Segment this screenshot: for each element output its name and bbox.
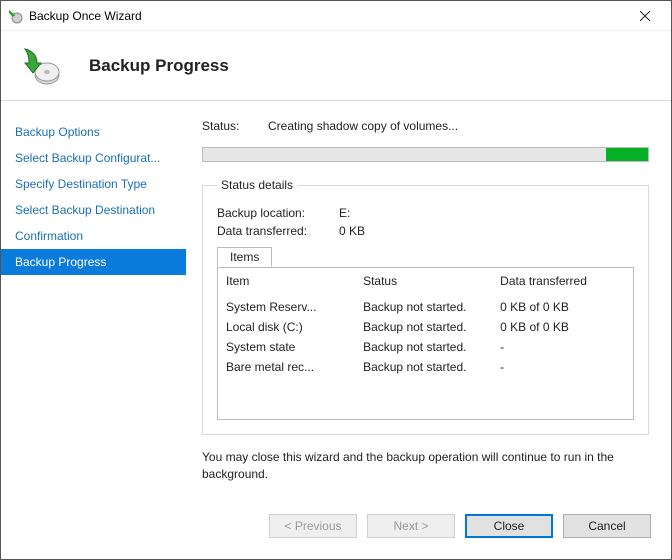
sidebar-item-confirmation[interactable]: Confirmation: [1, 223, 186, 249]
sidebar-item-destination-type[interactable]: Specify Destination Type: [1, 171, 186, 197]
cell-item: System Reserv...: [218, 294, 355, 317]
close-icon: [640, 11, 650, 21]
cell-item: Local disk (C:): [218, 317, 355, 337]
sidebar-item-select-config[interactable]: Select Backup Configurat...: [1, 145, 186, 171]
wizard-steps-sidebar: Backup Options Select Backup Configurat.…: [1, 101, 186, 501]
data-transferred-row: Data transferred: 0 KB: [217, 224, 634, 238]
tab-strip: Items: [217, 246, 634, 268]
close-note: You may close this wizard and the backup…: [202, 449, 649, 483]
cell-status: Backup not started.: [355, 337, 492, 357]
data-transferred-value: 0 KB: [339, 224, 365, 238]
sidebar-item-backup-progress[interactable]: Backup Progress: [1, 249, 186, 275]
progress-fill: [606, 148, 648, 161]
app-icon: [7, 8, 23, 24]
next-button: Next >: [367, 514, 455, 538]
wizard-body: Backup Options Select Backup Configurat.…: [1, 101, 671, 501]
cell-transferred: -: [492, 337, 633, 357]
backup-icon: [19, 45, 61, 87]
wizard-header: Backup Progress: [1, 31, 671, 101]
backup-location-label: Backup location:: [217, 206, 325, 220]
data-transferred-label: Data transferred:: [217, 224, 325, 238]
status-row: Status: Creating shadow copy of volumes.…: [202, 119, 649, 133]
previous-button: < Previous: [269, 514, 357, 538]
backup-location-row: Backup location: E:: [217, 206, 634, 220]
table-row[interactable]: Bare metal rec... Backup not started. -: [218, 357, 633, 419]
table-row[interactable]: System Reserv... Backup not started. 0 K…: [218, 294, 633, 317]
page-title: Backup Progress: [89, 56, 229, 76]
sidebar-item-select-destination[interactable]: Select Backup Destination: [1, 197, 186, 223]
status-value: Creating shadow copy of volumes...: [268, 119, 458, 133]
status-details-group: Status details Backup location: E: Data …: [202, 178, 649, 435]
cell-status: Backup not started.: [355, 317, 492, 337]
cell-item: System state: [218, 337, 355, 357]
table-row[interactable]: System state Backup not started. -: [218, 337, 633, 357]
window-close-button[interactable]: [625, 2, 665, 30]
table-row[interactable]: Local disk (C:) Backup not started. 0 KB…: [218, 317, 633, 337]
window-title: Backup Once Wizard: [29, 9, 625, 23]
titlebar: Backup Once Wizard: [1, 1, 671, 31]
status-details-legend: Status details: [217, 178, 297, 192]
progress-bar: [202, 147, 649, 162]
backup-location-value: E:: [339, 206, 350, 220]
cell-transferred: 0 KB of 0 KB: [492, 294, 633, 317]
wizard-window: Backup Once Wizard Backup Progress Backu…: [0, 0, 672, 560]
cell-item: Bare metal rec...: [218, 357, 355, 419]
cell-status: Backup not started.: [355, 294, 492, 317]
col-transferred[interactable]: Data transferred: [492, 268, 633, 294]
col-status[interactable]: Status: [355, 268, 492, 294]
status-label: Status:: [202, 119, 252, 133]
sidebar-item-backup-options[interactable]: Backup Options: [1, 119, 186, 145]
cell-transferred: 0 KB of 0 KB: [492, 317, 633, 337]
tab-items[interactable]: Items: [217, 247, 272, 267]
cell-status: Backup not started.: [355, 357, 492, 419]
items-table-container: Item Status Data transferred System Rese…: [217, 267, 634, 420]
cancel-button[interactable]: Cancel: [563, 514, 651, 538]
items-table: Item Status Data transferred System Rese…: [218, 268, 633, 419]
close-button[interactable]: Close: [465, 514, 553, 538]
content-panel: Status: Creating shadow copy of volumes.…: [186, 101, 671, 501]
wizard-footer: < Previous Next > Close Cancel: [1, 501, 671, 559]
cell-transferred: -: [492, 357, 633, 419]
col-item[interactable]: Item: [218, 268, 355, 294]
